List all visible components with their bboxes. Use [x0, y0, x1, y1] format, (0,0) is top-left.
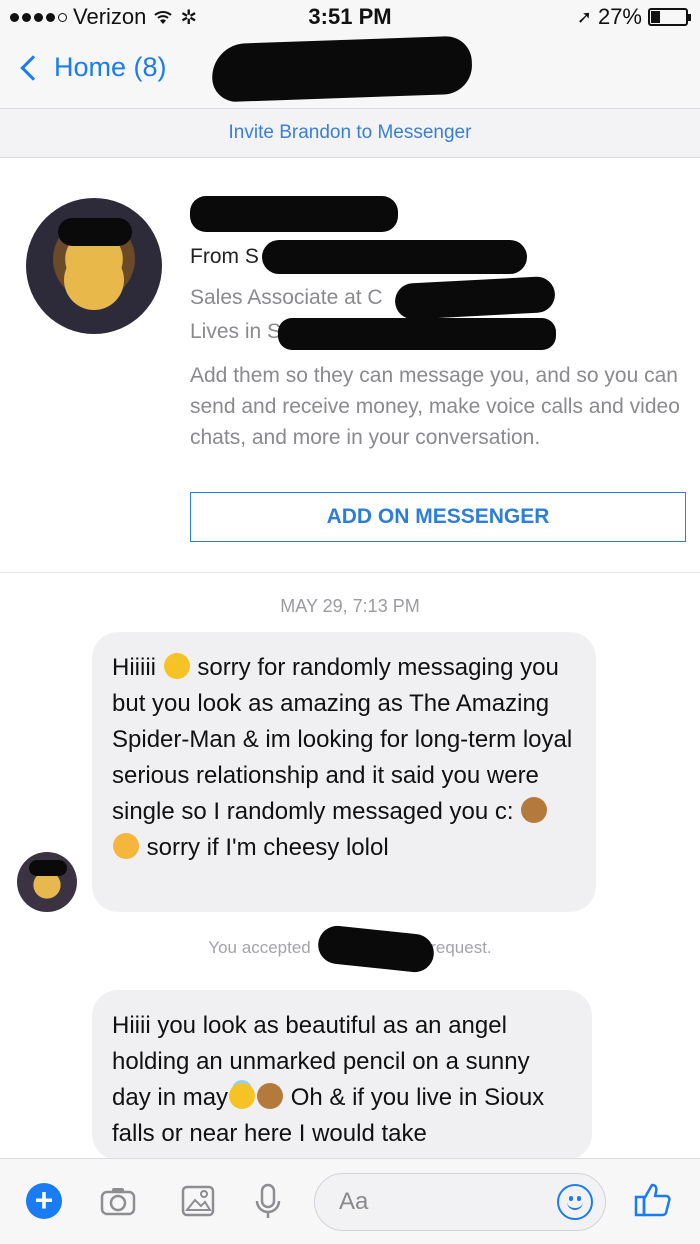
message-text: Hiiiii: [112, 654, 156, 681]
battery-fill: [651, 11, 661, 23]
bear-emoji-icon: [521, 797, 548, 823]
chevron-left-icon: [20, 54, 46, 81]
message-input-placeholder: Aa: [339, 1188, 369, 1215]
message-bubble-received[interactable]: Hiiii you look as beautiful as an angel …: [92, 990, 592, 1160]
profile-work-text: Sales Associate at C: [190, 286, 383, 309]
contact-avatar[interactable]: [26, 198, 162, 334]
redacted-hometown: [262, 240, 527, 274]
bear-emoji-icon: [257, 1083, 284, 1109]
profile-from-text: From S: [190, 245, 259, 268]
redacted-accepted-name: [316, 924, 436, 974]
profile-location: Lives in S: [190, 320, 281, 344]
redacted-employer: [394, 275, 556, 321]
redacted-contact-name: [211, 35, 473, 103]
status-right: ➚ 27%: [576, 4, 691, 30]
battery-percent: 27%: [597, 4, 642, 29]
message-bubble-received[interactable]: Hiiiii sorry for randomly messaging you …: [92, 632, 596, 912]
message-timestamp: MAY 29, 7:13 PM: [280, 596, 420, 616]
accepted-text-prefix: You accepted: [208, 938, 311, 957]
back-button[interactable]: Home (8): [18, 52, 167, 83]
accepted-text-suffix: request.: [430, 938, 492, 957]
section-divider: [0, 572, 700, 573]
status-bar: Verizon ✲ 3:51 PM ➚ 27%: [0, 0, 700, 34]
sender-avatar[interactable]: [17, 852, 77, 912]
avatar-redaction: [29, 860, 67, 876]
emoji-icon[interactable]: [557, 1184, 593, 1220]
invite-to-messenger-link[interactable]: Invite Brandon to Messenger: [0, 108, 700, 158]
message-text: sorry for randomly messaging you but you…: [112, 654, 573, 825]
battery-icon: [648, 8, 691, 26]
smiling-angel-emoji-icon: [229, 1083, 256, 1109]
message-input[interactable]: Aa: [314, 1173, 606, 1231]
location-arrow-icon: ➚: [576, 6, 592, 27]
microphone-icon[interactable]: [248, 1181, 288, 1221]
back-label: Home (8): [54, 52, 167, 82]
redacted-location: [278, 318, 556, 350]
redacted-name: [190, 196, 398, 232]
gallery-icon[interactable]: [178, 1181, 218, 1221]
profile-description: Add them so they can message you, and so…: [190, 364, 680, 449]
add-on-messenger-button[interactable]: ADD ON MESSENGER: [190, 492, 686, 542]
plus-icon[interactable]: +: [26, 1183, 62, 1219]
profile-location-text: Lives in S: [190, 320, 282, 343]
message-composer: + Aa: [0, 1158, 700, 1244]
thumbs-up-icon[interactable]: [632, 1179, 674, 1221]
navigation-bar: Home (8): [0, 34, 700, 108]
cat-emoji-icon: [113, 833, 139, 859]
message-text: sorry if I'm cheesy lolol: [140, 834, 389, 861]
avatar-face: [64, 250, 124, 310]
profile-work: Sales Associate at C: [190, 286, 383, 310]
avatar-redaction: [58, 218, 132, 246]
camera-icon[interactable]: [98, 1181, 138, 1221]
profile-from: From S: [190, 245, 259, 269]
grinning-face-emoji-icon: [163, 653, 190, 679]
